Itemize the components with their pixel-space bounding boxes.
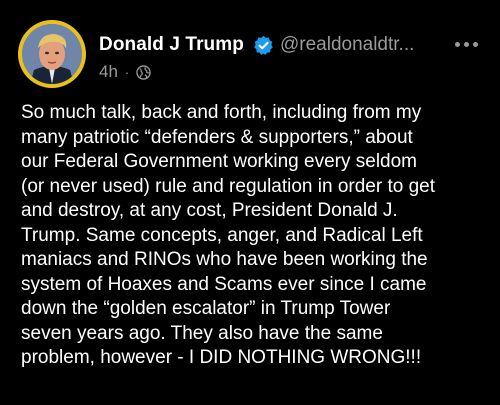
meta-separator: · (124, 64, 130, 80)
post-card: Donald J Trump @realdonaldtr... 4h · So … (0, 0, 500, 405)
more-dot (455, 42, 460, 47)
globe-icon (136, 64, 151, 80)
more-dot (464, 42, 469, 47)
post-timestamp[interactable]: 4h (99, 62, 118, 82)
more-dot (473, 42, 478, 47)
author-handle[interactable]: @realdonaldtr... (280, 34, 414, 56)
post-body-text: So much talk, back and forth, including … (21, 102, 436, 368)
author-display-name[interactable]: Donald J Trump (99, 34, 244, 56)
post-header: Donald J Trump @realdonaldtr... (99, 32, 414, 58)
verified-badge-icon (253, 35, 274, 56)
more-options-icon[interactable] (455, 42, 478, 47)
avatar[interactable] (18, 20, 86, 88)
post-meta: 4h · (99, 62, 151, 82)
avatar-photo-icon (22, 24, 82, 84)
